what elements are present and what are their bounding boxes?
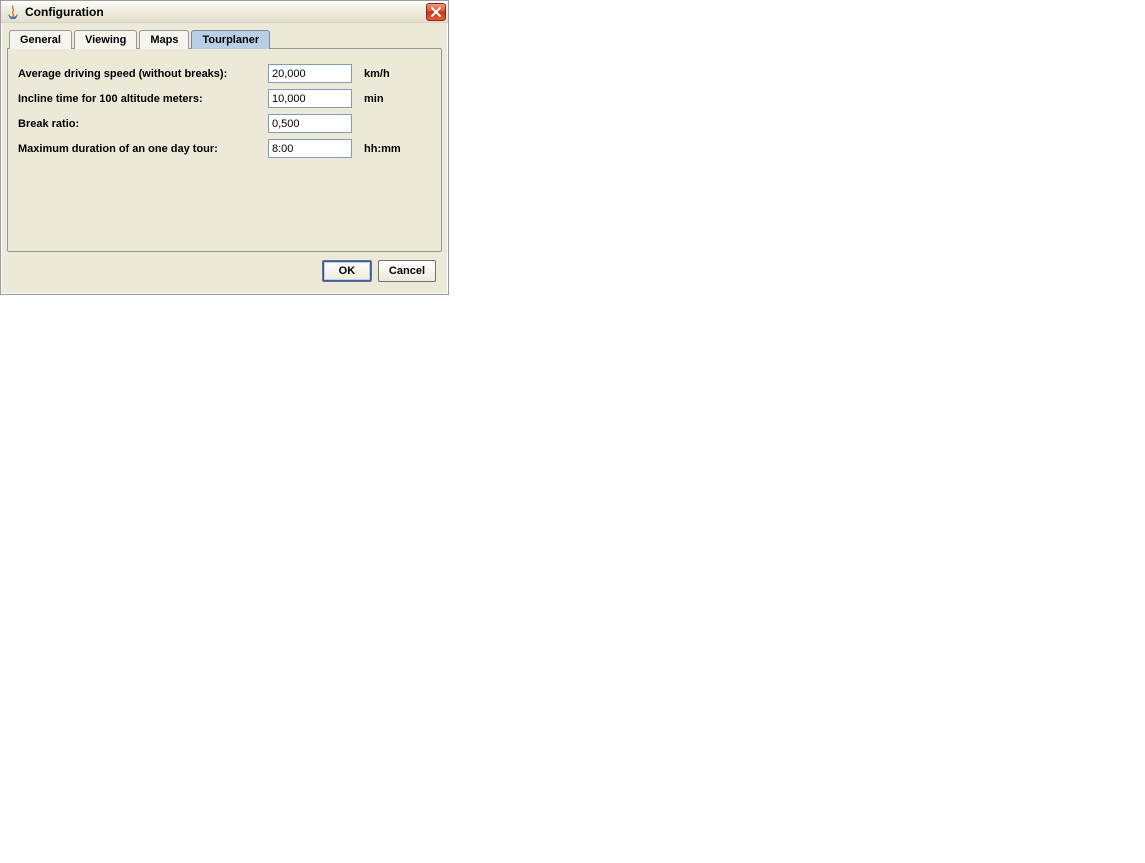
- unit-max-duration: hh:mm: [364, 143, 401, 155]
- unit-average-speed: km/h: [364, 68, 390, 80]
- label-incline-time: Incline time for 100 altitude meters:: [18, 93, 268, 105]
- input-max-duration[interactable]: [268, 139, 352, 158]
- titlebar[interactable]: Configuration: [1, 1, 448, 23]
- input-break-ratio[interactable]: [268, 114, 352, 133]
- close-button[interactable]: [426, 3, 446, 21]
- row-incline-time: Incline time for 100 altitude meters: mi…: [18, 86, 431, 111]
- row-break-ratio: Break ratio:: [18, 111, 431, 136]
- tab-general[interactable]: General: [9, 30, 72, 49]
- tab-bar: General Viewing Maps Tourplaner: [7, 29, 442, 48]
- label-max-duration: Maximum duration of an one day tour:: [18, 143, 268, 155]
- unit-incline-time: min: [364, 93, 384, 105]
- tab-tourplaner[interactable]: Tourplaner: [191, 30, 270, 49]
- input-average-speed[interactable]: [268, 64, 352, 83]
- dialog-content: General Viewing Maps Tourplaner Average …: [1, 23, 448, 294]
- window-title: Configuration: [25, 5, 104, 19]
- tab-viewing[interactable]: Viewing: [74, 30, 137, 49]
- tab-maps[interactable]: Maps: [139, 30, 189, 49]
- label-average-speed: Average driving speed (without breaks):: [18, 68, 268, 80]
- label-break-ratio: Break ratio:: [18, 118, 268, 130]
- input-incline-time[interactable]: [268, 89, 352, 108]
- cancel-button[interactable]: Cancel: [378, 260, 436, 282]
- panel-spacer: [18, 161, 431, 241]
- row-max-duration: Maximum duration of an one day tour: hh:…: [18, 136, 431, 161]
- configuration-dialog: Configuration General Viewing Maps Tourp…: [0, 0, 449, 295]
- row-average-speed: Average driving speed (without breaks): …: [18, 61, 431, 86]
- java-app-icon: [5, 4, 21, 20]
- ok-button[interactable]: OK: [322, 260, 372, 282]
- tourplaner-panel: Average driving speed (without breaks): …: [7, 48, 442, 252]
- close-icon: [431, 7, 441, 17]
- dialog-button-row: OK Cancel: [7, 252, 442, 286]
